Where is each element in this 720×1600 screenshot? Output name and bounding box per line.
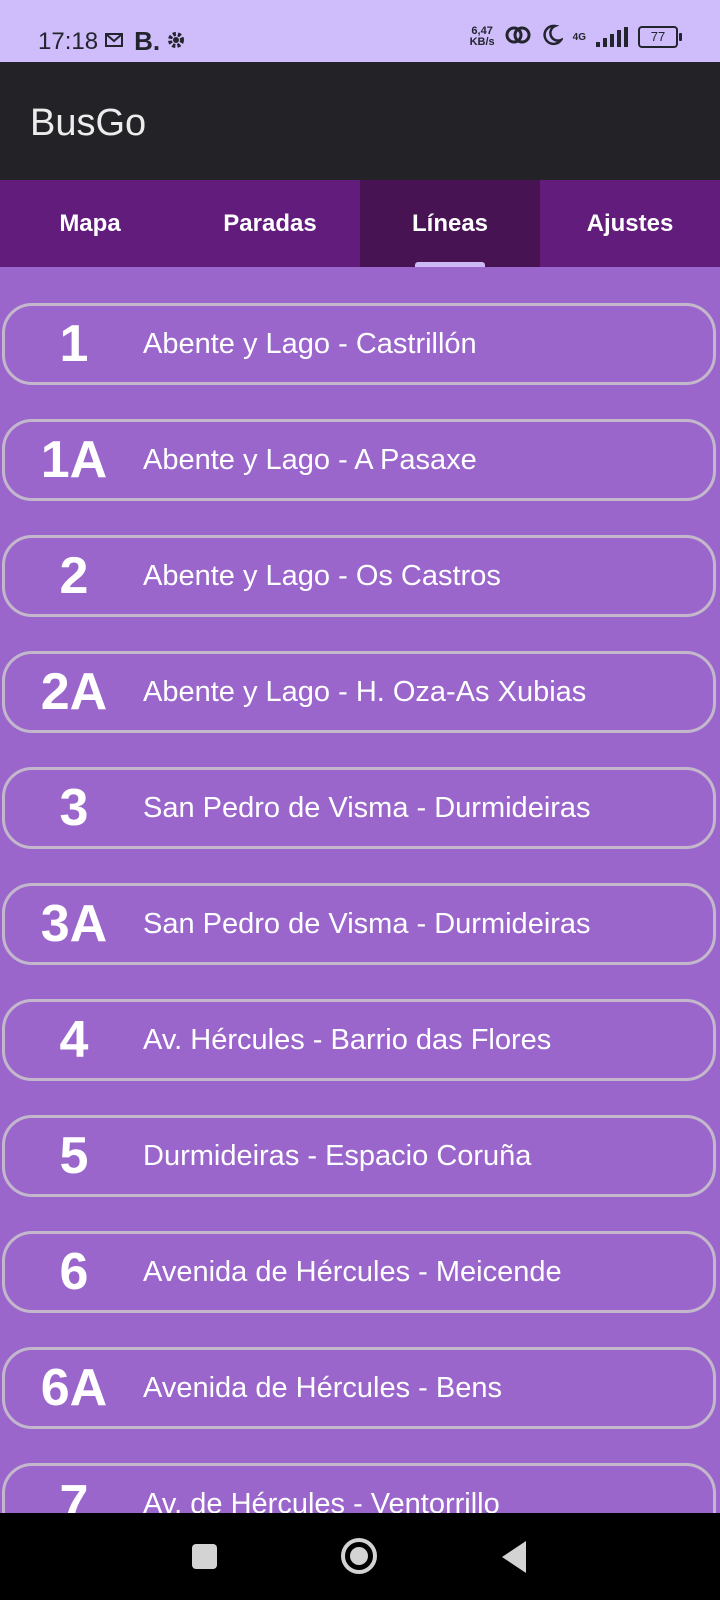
lines-list[interactable]: 1 Abente y Lago - Castrillón 1A Abente y… [0, 267, 720, 1513]
line-item[interactable]: 2A Abente y Lago - H. Oza-As Xubias [2, 651, 716, 733]
line-number: 3A [40, 895, 108, 953]
line-route: San Pedro de Visma - Durmideiras [143, 907, 591, 940]
recents-icon[interactable] [192, 1544, 217, 1569]
home-icon[interactable] [341, 1538, 377, 1574]
moon-icon [541, 24, 565, 50]
network-speed-unit: KB/s [469, 36, 495, 48]
status-bar: 17:18 B. 6,47 KB/s 4G 77 [0, 0, 720, 62]
line-number: 3 [59, 779, 89, 837]
line-item[interactable]: 1A Abente y Lago - A Pasaxe [2, 419, 716, 501]
status-left: 17:18 B. [38, 26, 186, 57]
tab-label: Mapa [59, 209, 121, 237]
b-app-icon: B. [134, 26, 161, 56]
line-number: 1 [59, 315, 89, 373]
line-number: 2A [40, 663, 108, 721]
line-item[interactable]: 1 Abente y Lago - Castrillón [2, 303, 716, 385]
back-icon[interactable] [502, 1541, 526, 1573]
tab-ajustes[interactable]: Ajustes [540, 180, 720, 267]
mail-icon [104, 32, 124, 52]
tab-bar: Mapa Paradas Líneas Ajustes [0, 180, 720, 267]
line-route: San Pedro de Visma - Durmideiras [143, 791, 591, 824]
line-route: Abente y Lago - Os Castros [143, 559, 501, 592]
tab-label: Paradas [223, 209, 317, 237]
line-route: Av. de Hércules - Ventorrillo [143, 1487, 500, 1514]
tab-paradas[interactable]: Paradas [180, 180, 360, 267]
line-item[interactable]: 5 Durmideiras - Espacio Coruña [2, 1115, 716, 1197]
line-item[interactable]: 3 San Pedro de Visma - Durmideiras [2, 767, 716, 849]
line-number: 5 [59, 1127, 89, 1185]
line-route: Av. Hércules - Barrio das Flores [143, 1023, 552, 1056]
signal-icon [596, 27, 628, 47]
network-speed: 6,47 KB/s [470, 26, 495, 48]
line-number: 6A [40, 1359, 108, 1417]
network-type: 4G [572, 31, 586, 43]
settings-icon [166, 30, 186, 54]
line-route: Abente y Lago - A Pasaxe [143, 443, 477, 476]
app-title: BusGo [30, 102, 147, 144]
line-item[interactable]: 6A Avenida de Hércules - Bens [2, 1347, 716, 1429]
line-number: 4 [59, 1011, 89, 1069]
line-route: Abente y Lago - H. Oza-As Xubias [143, 675, 587, 708]
tab-label: Líneas [411, 209, 489, 237]
line-route: Avenida de Hércules - Meicende [143, 1255, 562, 1288]
line-item[interactable]: 3A San Pedro de Visma - Durmideiras [2, 883, 716, 965]
line-number: 1A [40, 431, 108, 489]
line-number: 6 [59, 1243, 89, 1301]
line-number: 2 [59, 547, 89, 605]
battery-icon: 77 [638, 26, 682, 48]
line-item[interactable]: 7 Av. de Hércules - Ventorrillo [2, 1463, 716, 1513]
line-item[interactable]: 6 Avenida de Hércules - Meicende [2, 1231, 716, 1313]
app-bar: BusGo [0, 62, 720, 180]
line-number: 7 [59, 1475, 89, 1513]
system-nav-bar [0, 1513, 720, 1600]
status-right: 6,47 KB/s 4G 77 [470, 24, 682, 50]
status-time: 17:18 [38, 27, 99, 55]
hotspot-icon [505, 25, 531, 49]
tab-mapa[interactable]: Mapa [0, 180, 180, 267]
tab-label: Ajustes [586, 209, 674, 237]
line-route: Durmideiras - Espacio Coruña [143, 1139, 532, 1172]
line-route: Avenida de Hércules - Bens [143, 1371, 502, 1404]
line-route: Abente y Lago - Castrillón [143, 327, 477, 360]
tab-lineas[interactable]: Líneas [360, 180, 540, 267]
line-item[interactable]: 4 Av. Hércules - Barrio das Flores [2, 999, 716, 1081]
line-item[interactable]: 2 Abente y Lago - Os Castros [2, 535, 716, 617]
